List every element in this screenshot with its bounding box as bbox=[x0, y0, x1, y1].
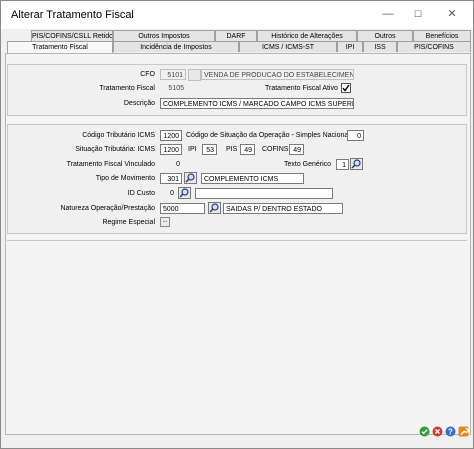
natureza-operacao-input[interactable]: 5000 bbox=[160, 203, 205, 214]
descricao-input[interactable]: COMPLEMENTO ICMS / MARCADO CAMPO ICMS SU… bbox=[160, 98, 354, 109]
tipo-movimento-search-button[interactable] bbox=[184, 172, 197, 184]
tab-content-panel: CFO 5101 VENDA DE PRODUCAO DO ESTABELECI… bbox=[5, 53, 471, 435]
natureza-operacao-description: SAIDAS P/ DENTRO ESTADO bbox=[223, 203, 343, 214]
magnifier-icon bbox=[351, 159, 361, 169]
id-custo-field[interactable]: 0 bbox=[160, 188, 176, 199]
situacao-tributaria-icms-input[interactable]: 1200 bbox=[160, 144, 182, 155]
tab-outros-impostos[interactable]: Outros Impostos bbox=[113, 30, 215, 41]
situacao-tributaria-icms-label: Situação Tributária: ICMS bbox=[75, 146, 155, 153]
codigo-situacao-operacao-label: Código de Situação da Operação - Simples… bbox=[186, 132, 350, 139]
tratamento-fiscal-label: Tratamento Fiscal bbox=[99, 85, 155, 92]
title-bar: Alterar Tratamento Fiscal — ☐ ✕ bbox=[1, 1, 473, 29]
cfo-label: CFO bbox=[140, 71, 155, 78]
regime-especial-label: Regime Especial bbox=[102, 219, 155, 226]
tratamento-fiscal-vinculado-label: Tratamento Fiscal Vinculado bbox=[66, 161, 155, 168]
tratamento-fiscal-vinculado-field[interactable]: 0 bbox=[160, 159, 182, 170]
cfo-description-field: VENDA DE PRODUCAO DO ESTABELECIMENTO bbox=[201, 69, 354, 80]
tipo-movimento-description: COMPLEMENTO ICMS bbox=[201, 173, 304, 184]
ipi-label: IPI bbox=[188, 146, 197, 153]
tab-pis-cofins-csll-retido[interactable]: PIS/COFINS/CSLL Retido bbox=[31, 30, 113, 41]
svg-text:?: ? bbox=[448, 427, 453, 436]
tab-icms-icms-st[interactable]: ICMS / ICMS-ST bbox=[239, 41, 337, 52]
id-custo-search-button[interactable] bbox=[178, 187, 191, 199]
tab-ipi[interactable]: IPI bbox=[337, 41, 363, 52]
tab-darf[interactable]: DARF bbox=[215, 30, 257, 41]
descricao-label: Descrição bbox=[123, 100, 155, 107]
help-icon: ? bbox=[445, 426, 456, 437]
checkmark-icon bbox=[342, 84, 350, 92]
magnifier-icon bbox=[179, 188, 189, 198]
tratamento-fiscal-ativo-label: Tratamento Fiscal Ativo bbox=[265, 85, 338, 92]
tributacao-group: Código Tributário ICMS 1200 Código de Si… bbox=[7, 124, 467, 234]
cofins-label: COFINS bbox=[262, 146, 289, 153]
magnifier-icon bbox=[209, 203, 219, 213]
check-icon bbox=[419, 426, 430, 437]
natureza-operacao-label: Natureza Operação/Prestação bbox=[60, 205, 155, 212]
id-custo-label: ID Custo bbox=[127, 190, 155, 197]
window-title: Alterar Tratamento Fiscal bbox=[11, 9, 134, 21]
cfo-group: CFO 5101 VENDA DE PRODUCAO DO ESTABELECI… bbox=[7, 64, 467, 116]
regime-especial-button[interactable]: ... bbox=[160, 217, 170, 227]
tab-outros[interactable]: Outros bbox=[357, 30, 413, 41]
help-button[interactable]: ? bbox=[445, 426, 456, 437]
pis-label: PIS bbox=[226, 146, 238, 153]
natureza-operacao-search-button[interactable] bbox=[208, 202, 221, 214]
tipo-movimento-label: Tipo de Movimento bbox=[95, 175, 155, 182]
cfo-search-icon bbox=[188, 69, 201, 81]
magnifier-icon bbox=[185, 173, 195, 183]
separator bbox=[7, 240, 467, 241]
codigo-tributario-icms-label: Código Tributário ICMS bbox=[82, 132, 155, 139]
cancel-icon bbox=[432, 426, 443, 437]
tab-iss[interactable]: ISS bbox=[363, 41, 397, 52]
cancel-button[interactable] bbox=[432, 426, 443, 437]
ok-button[interactable] bbox=[419, 426, 430, 437]
texto-generico-search-button[interactable] bbox=[350, 158, 363, 170]
tipo-movimento-input[interactable]: 301 bbox=[160, 173, 182, 184]
minimize-button[interactable]: — bbox=[377, 5, 399, 23]
tab-tratamento-fiscal[interactable]: Tratamento Fiscal bbox=[7, 41, 113, 53]
tratamento-fiscal-ativo-checkbox[interactable] bbox=[341, 83, 351, 93]
tab-historico-alteracoes[interactable]: Histórico de Alterações bbox=[257, 30, 357, 41]
close-button[interactable]: ✕ bbox=[441, 5, 463, 23]
dialog-window: Alterar Tratamento Fiscal — ☐ ✕ PIS/COFI… bbox=[0, 0, 474, 449]
texto-generico-input[interactable]: 1 bbox=[336, 159, 349, 170]
tab-pis-cofins[interactable]: PIS/COFINS bbox=[397, 41, 471, 52]
codigo-tributario-icms-input[interactable]: 1200 bbox=[160, 130, 182, 141]
cfo-code-field: 5101 bbox=[160, 69, 186, 80]
tab-beneficios[interactable]: Benefícios bbox=[413, 30, 471, 41]
maximize-button[interactable]: ☐ bbox=[407, 5, 429, 23]
texto-generico-label: Texto Genérico bbox=[284, 161, 332, 168]
tab-incidencia-impostos[interactable]: Incidência de Impostos bbox=[113, 41, 239, 52]
ipi-input[interactable]: 53 bbox=[202, 144, 217, 155]
id-custo-description bbox=[195, 188, 333, 199]
cofins-input[interactable]: 49 bbox=[289, 144, 304, 155]
wrench-icon bbox=[458, 426, 469, 437]
tratamento-fiscal-field: 5105 bbox=[168, 85, 184, 92]
pis-input[interactable]: 49 bbox=[240, 144, 255, 155]
codigo-situacao-operacao-input[interactable]: 0 bbox=[347, 130, 364, 141]
tools-button[interactable] bbox=[458, 426, 469, 437]
